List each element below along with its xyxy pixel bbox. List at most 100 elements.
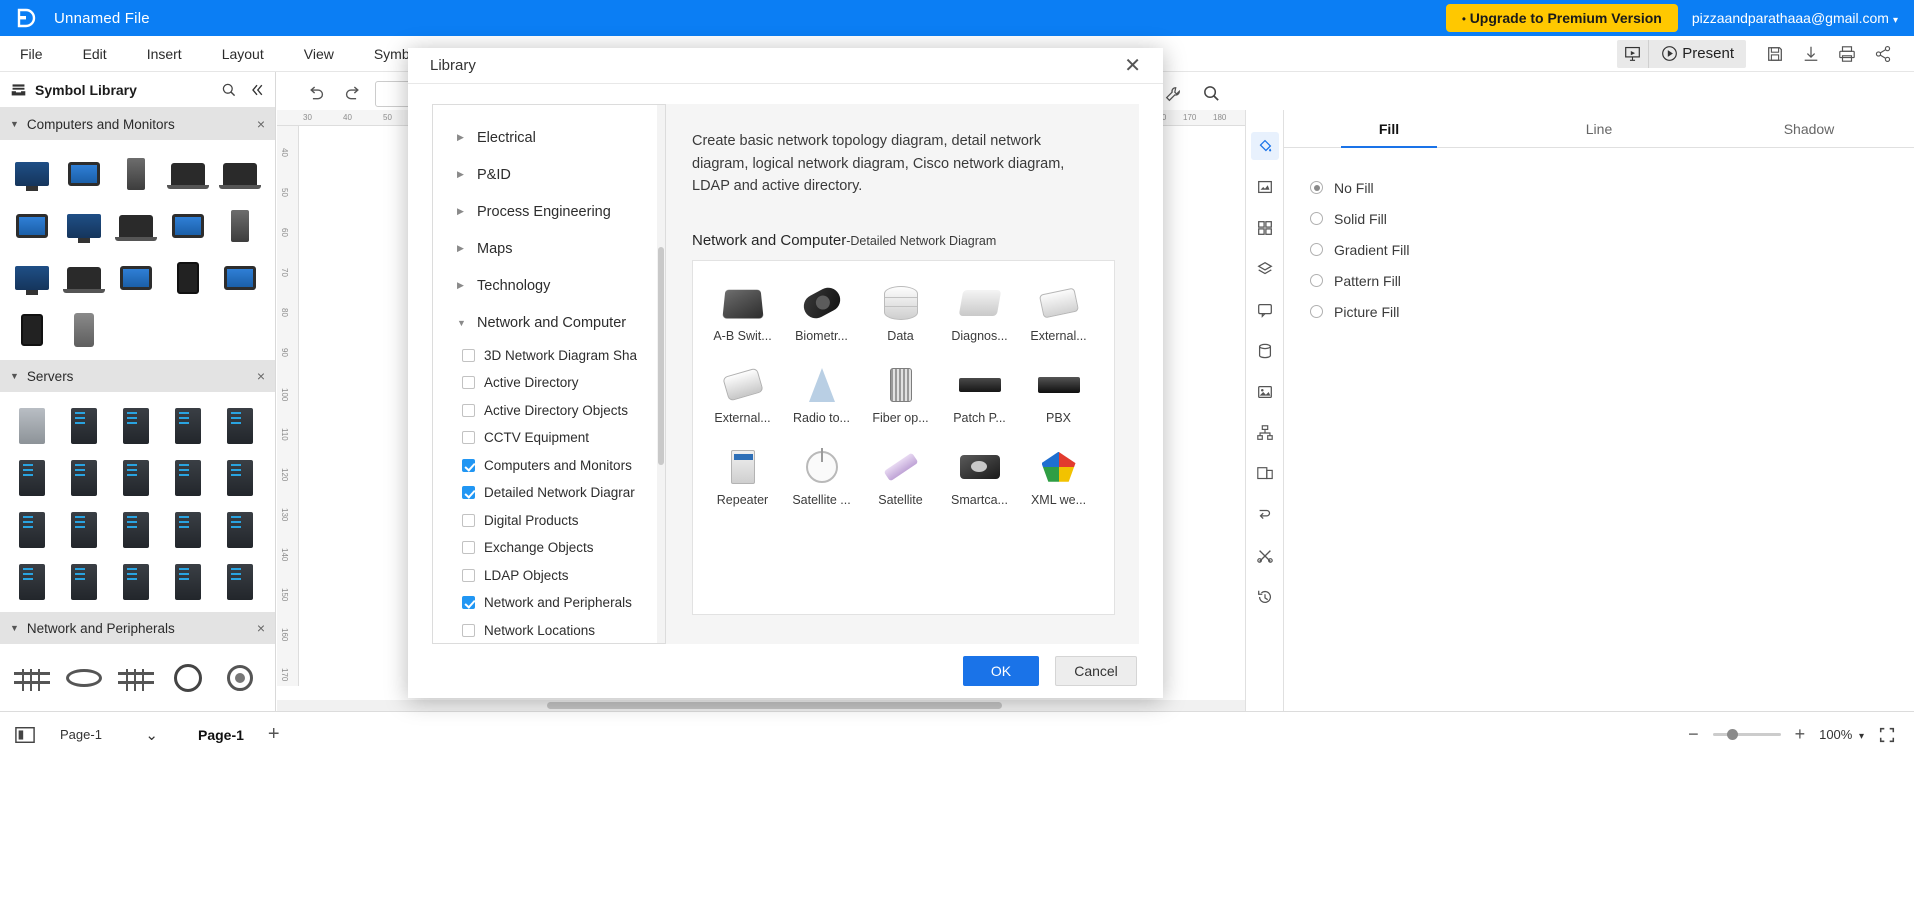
tree-item-cctv-equipment[interactable]: CCTV Equipment — [433, 424, 665, 452]
symbol-item[interactable]: XML we... — [1019, 439, 1098, 521]
download-icon[interactable] — [1794, 40, 1828, 68]
account-email[interactable]: pizzaandparathaaa@gmail.com ▾ — [1692, 10, 1898, 26]
zoom-slider-knob[interactable] — [1726, 729, 1738, 740]
canvas-search-icon[interactable] — [1195, 79, 1227, 109]
tree-category-pid[interactable]: ▶ P&ID — [433, 156, 665, 193]
symbol-item[interactable]: Diagnos... — [940, 275, 1019, 357]
symbol-thumb[interactable] — [216, 202, 264, 250]
scrollbar-thumb[interactable] — [547, 702, 1002, 709]
symbol-item[interactable]: External... — [703, 357, 782, 439]
zoom-out-button[interactable]: − — [1688, 724, 1699, 745]
presentation-slides-icon[interactable] — [1251, 460, 1279, 488]
save-icon[interactable] — [1758, 40, 1792, 68]
symbol-item[interactable]: Repeater — [703, 439, 782, 521]
symbol-thumb[interactable] — [60, 506, 108, 554]
fill-option-solid-fill[interactable]: Solid Fill — [1310, 203, 1914, 234]
symbol-thumb[interactable] — [112, 506, 160, 554]
tree-item-active-directory[interactable]: Active Directory — [433, 369, 665, 397]
tree-category-process-engineering[interactable]: ▶ Process Engineering — [433, 193, 665, 230]
tree-item-active-directory-objects[interactable]: Active Directory Objects — [433, 396, 665, 424]
symbol-thumb[interactable] — [8, 654, 56, 702]
symbol-item[interactable]: Satellite — [861, 439, 940, 521]
symbol-thumb[interactable] — [164, 558, 212, 606]
upgrade-to-premium-button[interactable]: • Upgrade to Premium Version — [1445, 4, 1678, 32]
symbol-item[interactable]: Radio to... — [782, 357, 861, 439]
symbol-item[interactable]: A-B Swit... — [703, 275, 782, 357]
tree-scrollbar[interactable] — [657, 105, 665, 644]
scrollbar-thumb[interactable] — [658, 247, 664, 466]
symbol-thumb[interactable] — [112, 254, 160, 302]
close-icon[interactable]: × — [257, 116, 265, 132]
layers-icon[interactable] — [1251, 255, 1279, 283]
symbol-thumb[interactable] — [60, 306, 108, 354]
symbol-item[interactable]: Patch P... — [940, 357, 1019, 439]
flow-arrow-icon[interactable] — [1251, 501, 1279, 529]
symbol-thumb[interactable] — [112, 402, 160, 450]
symbol-item[interactable]: Biometr... — [782, 275, 861, 357]
symbol-thumb[interactable] — [216, 254, 264, 302]
tab-fill[interactable]: Fill — [1284, 110, 1494, 147]
symbol-thumb[interactable] — [216, 506, 264, 554]
symbol-thumb[interactable] — [8, 558, 56, 606]
org-chart-icon[interactable] — [1251, 419, 1279, 447]
symbol-thumb[interactable] — [164, 254, 212, 302]
close-icon[interactable]: × — [257, 368, 265, 384]
checkbox-icon[interactable] — [462, 431, 475, 445]
symbol-thumb[interactable] — [112, 558, 160, 606]
symbol-thumb[interactable] — [8, 402, 56, 450]
sidebar-section-network-and-peripherals[interactable]: ▼ Network and Peripherals × — [0, 612, 275, 644]
tree-category-network-and-computer[interactable]: ▼ Network and Computer — [433, 304, 665, 341]
ok-button[interactable]: OK — [963, 656, 1039, 687]
zoom-slider[interactable] — [1712, 729, 1781, 740]
radio-icon[interactable] — [1310, 181, 1323, 194]
checkbox-icon[interactable] — [462, 458, 475, 472]
present-button[interactable]: Present — [1649, 40, 1746, 68]
collapse-sidebar-icon[interactable] — [249, 82, 265, 98]
symbol-thumb[interactable] — [164, 150, 212, 198]
close-icon[interactable]: × — [257, 620, 265, 636]
history-icon[interactable] — [1251, 583, 1279, 611]
tree-item-network-and-peripherals[interactable]: Network and Peripherals — [433, 589, 665, 617]
symbol-thumb[interactable] — [216, 150, 264, 198]
symbol-thumb[interactable] — [60, 202, 108, 250]
symbol-thumb[interactable] — [164, 654, 212, 702]
checkbox-icon[interactable] — [462, 513, 475, 527]
tree-item-digital-products[interactable]: Digital Products — [433, 506, 665, 534]
crop-icon[interactable] — [1251, 542, 1279, 570]
checkbox-icon[interactable] — [462, 348, 475, 362]
checkbox-icon[interactable] — [462, 486, 475, 500]
database-icon[interactable] — [1251, 337, 1279, 365]
close-icon[interactable]: ✕ — [1124, 56, 1141, 76]
symbol-thumb[interactable] — [216, 402, 264, 450]
symbol-item[interactable]: Satellite ... — [782, 439, 861, 521]
symbol-thumb[interactable] — [216, 558, 264, 606]
fill-option-pattern-fill[interactable]: Pattern Fill — [1310, 265, 1914, 296]
symbol-thumb[interactable] — [60, 402, 108, 450]
symbol-thumb[interactable] — [8, 254, 56, 302]
share-icon[interactable] — [1866, 40, 1900, 68]
symbol-item[interactable]: Fiber op... — [861, 357, 940, 439]
sidebar-section-servers[interactable]: ▼ Servers × — [0, 360, 275, 392]
menu-edit[interactable]: Edit — [63, 36, 127, 72]
symbol-thumb[interactable] — [60, 654, 108, 702]
symbol-thumb[interactable] — [112, 654, 160, 702]
presentation-mode-icon[interactable] — [1617, 39, 1650, 68]
radio-icon[interactable] — [1310, 212, 1323, 225]
symbol-thumb[interactable] — [216, 454, 264, 502]
print-icon[interactable] — [1830, 40, 1864, 68]
checkbox-icon[interactable] — [462, 568, 475, 582]
fill-option-no-fill[interactable]: No Fill — [1310, 172, 1914, 203]
symbol-thumb[interactable] — [60, 254, 108, 302]
checkbox-icon[interactable] — [462, 403, 475, 417]
symbol-thumb[interactable] — [216, 654, 264, 702]
tree-item-computers-and-monitors[interactable]: Computers and Monitors — [433, 451, 665, 479]
checkbox-icon[interactable] — [462, 596, 475, 610]
tree-item-exchange-objects[interactable]: Exchange Objects — [433, 534, 665, 562]
page-panel-icon[interactable] — [14, 725, 36, 745]
symbol-thumb[interactable] — [8, 506, 56, 554]
symbol-thumb[interactable] — [164, 402, 212, 450]
radio-icon[interactable] — [1310, 305, 1323, 318]
symbol-thumb[interactable] — [112, 202, 160, 250]
symbol-item[interactable]: External... — [1019, 275, 1098, 357]
canvas-horizontal-scrollbar[interactable] — [277, 700, 1245, 711]
